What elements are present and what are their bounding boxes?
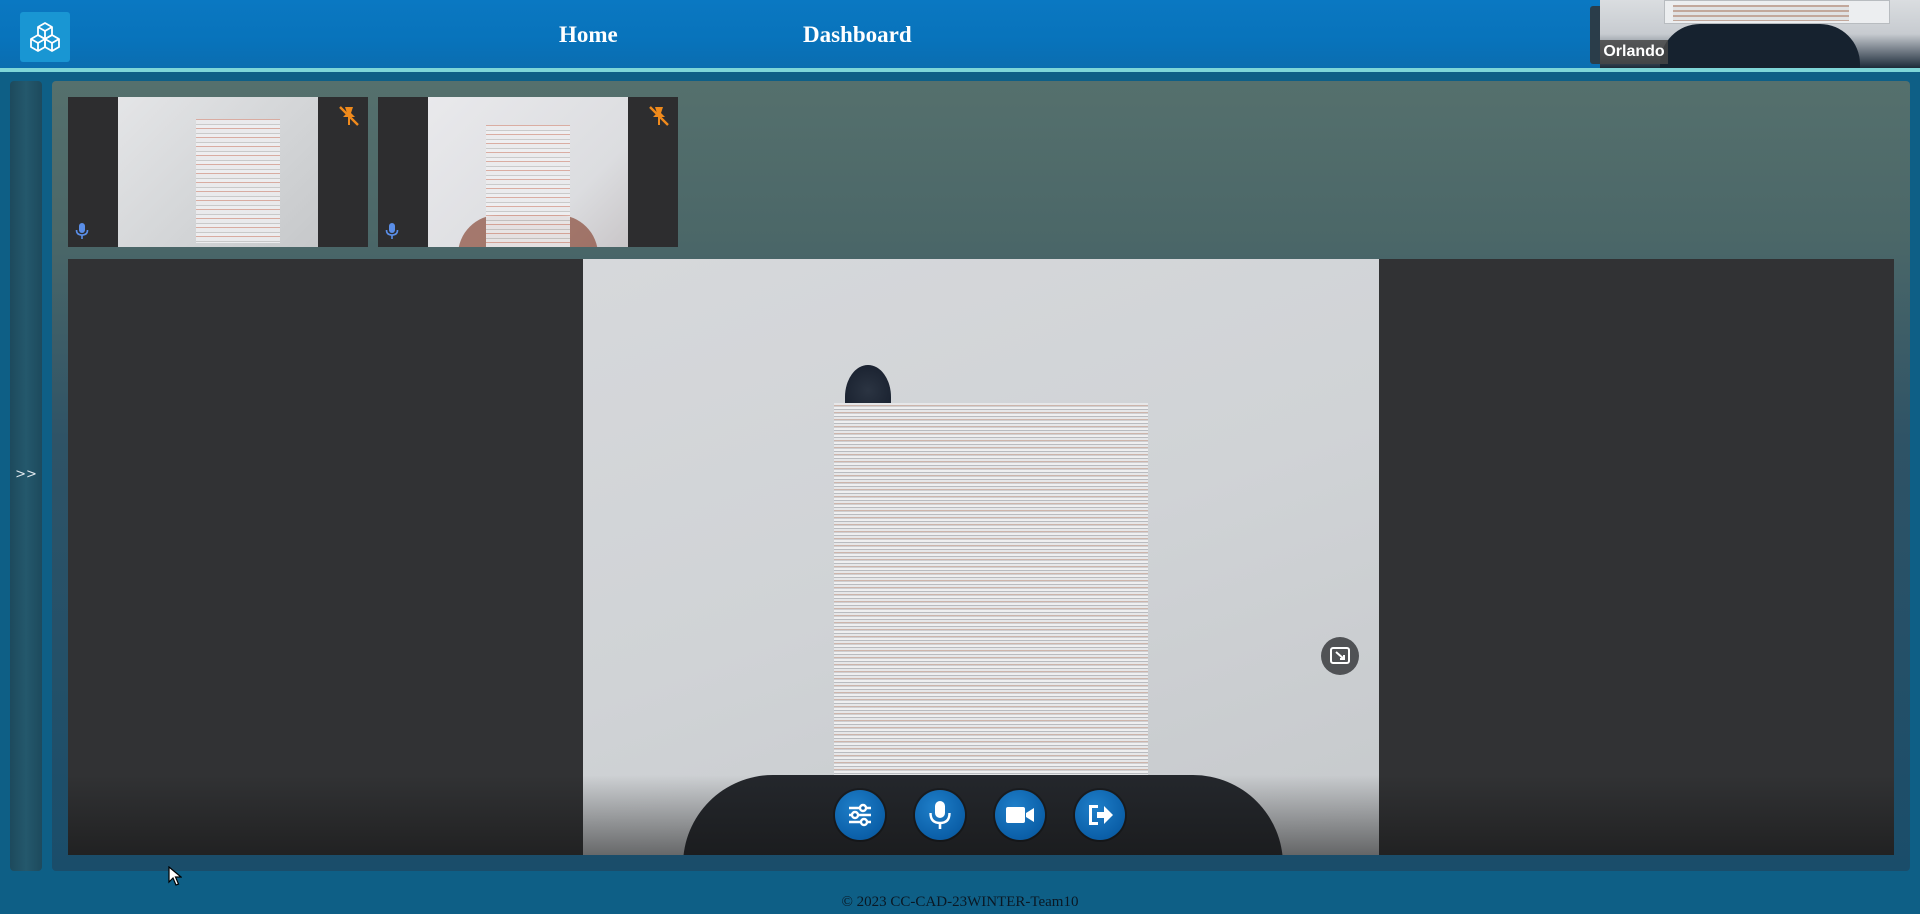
mic-icon [929, 801, 951, 829]
side-panel-toggle[interactable]: >> [10, 467, 42, 487]
nav-dashboard-link[interactable]: Dashboard [803, 22, 912, 48]
unpin-button[interactable] [336, 103, 362, 129]
blurred-face [196, 119, 280, 243]
pin-off-icon [339, 106, 359, 126]
participant-video [118, 97, 318, 247]
fullscreen-icon [1330, 647, 1350, 664]
mic-icon [385, 223, 399, 239]
blurred-face [1664, 0, 1890, 24]
mic-icon [75, 223, 89, 239]
app-logo[interactable] [20, 12, 70, 62]
sign-out-icon [1089, 805, 1113, 825]
sliders-icon [849, 803, 871, 827]
participant-thumbnail[interactable] [378, 97, 678, 247]
settings-button[interactable] [835, 790, 885, 840]
participant-video [428, 97, 628, 247]
self-body-silhouette [1660, 24, 1860, 68]
video-camera-icon [1006, 807, 1034, 823]
controls-shade [68, 775, 1894, 855]
mic-status [74, 221, 90, 241]
blurred-face [486, 125, 570, 247]
main-participant-video [583, 259, 1379, 855]
camera-button[interactable] [995, 790, 1045, 840]
fullscreen-button[interactable] [1321, 637, 1359, 675]
nav-home-link[interactable]: Home [559, 22, 618, 48]
blurred-face [834, 403, 1148, 775]
footer-copyright: © 2023 CC-CAD-23WINTER-Team10 [841, 894, 1079, 910]
cubes-logo-icon [30, 22, 60, 52]
microphone-button[interactable] [915, 790, 965, 840]
unpin-button[interactable] [646, 103, 672, 129]
pin-off-icon [649, 106, 669, 126]
self-name-label: Orlando [1600, 40, 1668, 64]
mouse-cursor-icon [168, 866, 182, 886]
mic-status [384, 221, 400, 241]
leave-call-button[interactable] [1075, 790, 1125, 840]
participant-thumbnail[interactable] [68, 97, 368, 247]
